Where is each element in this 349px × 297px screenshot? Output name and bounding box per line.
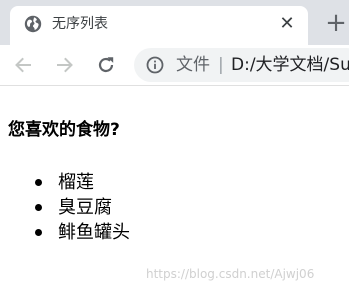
watermark: https://blog.csdn.net/Ajwj06 <box>146 267 315 281</box>
page-content: 您喜欢的食物? 榴莲 臭豆腐 鲱鱼罐头 https://blog.csdn.ne… <box>0 86 349 297</box>
browser-window: 无序列表 ✕ + 文件 | D:/大学文档/Su 您喜欢的食物? 榴莲 臭豆腐 … <box>0 0 349 297</box>
bullet-icon <box>35 204 42 211</box>
new-tab-button[interactable]: + <box>322 9 349 37</box>
globe-icon <box>24 15 42 33</box>
list-item-label: 榴莲 <box>58 172 94 193</box>
page-heading: 您喜欢的食物? <box>8 120 120 140</box>
scheme-separator: | <box>218 55 224 75</box>
list-item-label: 臭豆腐 <box>58 197 112 218</box>
info-icon[interactable] <box>146 56 164 74</box>
tab-title: 无序列表 <box>52 16 108 32</box>
arrow-left-icon[interactable] <box>12 54 34 76</box>
browser-toolbar: 文件 | D:/大学文档/Su <box>0 45 349 86</box>
tab-strip: 无序列表 ✕ + <box>0 0 349 45</box>
file-scheme-label: 文件 <box>176 55 210 75</box>
url-text[interactable]: D:/大学文档/Su <box>231 54 349 76</box>
bullet-icon <box>35 179 42 186</box>
list-item-label: 鲱鱼罐头 <box>58 222 130 243</box>
close-icon[interactable]: ✕ <box>276 13 298 35</box>
bullet-icon <box>35 229 42 236</box>
address-bar[interactable]: 文件 | D:/大学文档/Su <box>134 48 349 82</box>
active-tab[interactable]: 无序列表 ✕ <box>10 6 308 45</box>
reload-icon[interactable] <box>95 54 117 76</box>
arrow-right-icon[interactable] <box>54 54 76 76</box>
